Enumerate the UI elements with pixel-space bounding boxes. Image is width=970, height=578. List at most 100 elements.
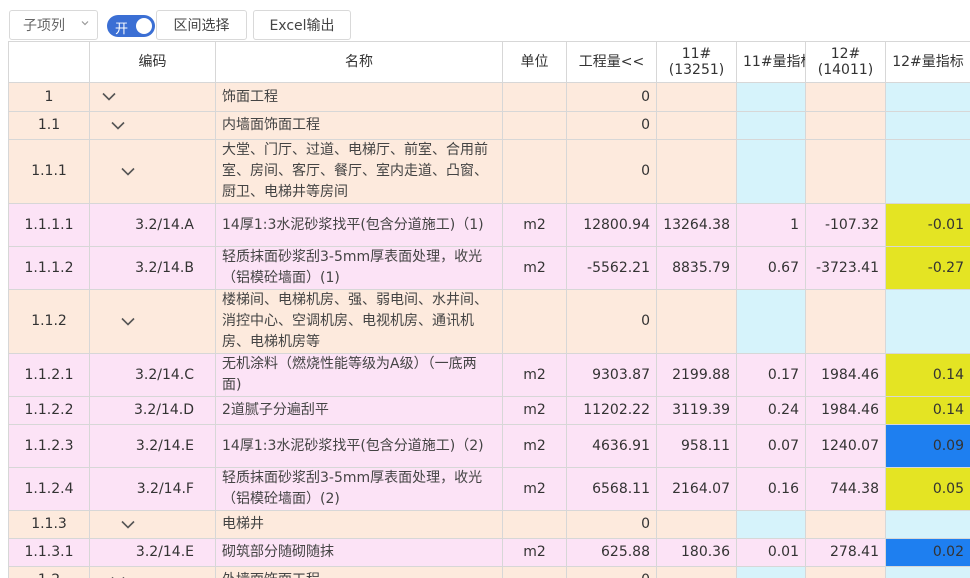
cell-b12 (805, 82, 886, 112)
cell-b11-index: 0.17 (736, 353, 806, 397)
cell-b11 (656, 139, 737, 204)
cell-b11: 2164.07 (656, 467, 737, 511)
cell-unit (502, 510, 567, 539)
cell-no: 1.1.1.2 (8, 246, 90, 290)
cell-unit: m2 (502, 467, 567, 511)
table-row[interactable]: 1.1.3 电梯井 0 (8, 510, 970, 539)
cell-b11-index (736, 111, 806, 140)
expand-chevron-icon[interactable] (121, 520, 135, 529)
cell-b12: -107.32 (805, 203, 886, 247)
cell-b11: 2199.88 (656, 353, 737, 397)
col-header-b11-index[interactable]: 11#量指标 (736, 41, 806, 83)
cell-name: 外墙面饰面工程 (215, 566, 503, 578)
table-row[interactable]: 1.1.2.1 3.2/14.C 无机涂料（燃烧性能等级为A级）（一底两面) m… (8, 353, 970, 397)
subitem-select[interactable]: 子项列 (9, 10, 98, 40)
cell-b12 (805, 566, 886, 578)
cell-qty: 4636.91 (566, 424, 657, 468)
chevron-down-icon (81, 21, 89, 26)
cell-no: 1.2 (8, 566, 90, 578)
cell-unit (502, 139, 567, 204)
cell-code (89, 566, 216, 578)
cell-qty: 0 (566, 566, 657, 578)
excel-export-button[interactable]: Excel输出 (253, 10, 351, 40)
cell-no: 1.1.2 (8, 289, 90, 354)
col-header-b12[interactable]: 12# (14011) (805, 41, 886, 83)
cell-name: 14厚1:3水泥砂浆找平(包含分道施工)（2) (215, 424, 503, 468)
cell-qty: 0 (566, 139, 657, 204)
cell-b12-index (885, 289, 970, 354)
col-header-b12-index[interactable]: 12#量指标 (885, 41, 970, 83)
cell-b11 (656, 510, 737, 539)
cell-qty: 0 (566, 289, 657, 354)
cell-b12 (805, 289, 886, 354)
cell-b12-index (885, 82, 970, 112)
cell-b12-index: 0.05 (885, 467, 970, 511)
cell-b12: 1984.46 (805, 396, 886, 425)
table-row[interactable]: 1.1.2.4 3.2/14.F 轻质抹面砂浆刮3-5mm厚表面处理，收光（铝模… (8, 467, 970, 511)
cell-b11: 180.36 (656, 538, 737, 567)
cell-unit: m2 (502, 203, 567, 247)
expand-chevron-icon[interactable] (121, 317, 135, 326)
col-header-unit[interactable]: 单位 (502, 41, 567, 83)
cell-b12-index (885, 111, 970, 140)
cell-unit: m2 (502, 353, 567, 397)
cell-code: 3.2/14.F (89, 467, 216, 511)
table-row[interactable]: 1.1.1 大堂、门厅、过道、电梯厅、前室、合用前室、房间、客厅、餐厅、室内走道… (8, 139, 970, 204)
table-row[interactable]: 1.1.2 楼梯间、电梯机房、强、弱电间、水井间、消控中心、空调机房、电视机房、… (8, 289, 970, 354)
b11-line1: 11# (681, 46, 712, 62)
cell-b11-index: 1 (736, 203, 806, 247)
expand-chevron-icon[interactable] (102, 92, 116, 101)
data-table: 编码 名称 单位 工程量<< 11#(13251) 11#量指标 12#(140… (8, 41, 970, 578)
table-row[interactable]: 1 饰面工程 0 (8, 82, 970, 112)
range-select-button[interactable]: 区间选择 (156, 10, 247, 40)
b12-line1: 12# (830, 46, 861, 62)
col-header-name[interactable]: 名称 (215, 41, 503, 83)
cell-b12: 1984.46 (805, 353, 886, 397)
cell-qty: 0 (566, 111, 657, 140)
cell-qty: 11202.22 (566, 396, 657, 425)
cell-b12 (805, 139, 886, 204)
cell-name: 内墙面饰面工程 (215, 111, 503, 140)
col-header-code[interactable]: 编码 (89, 41, 216, 83)
cell-name: 电梯井 (215, 510, 503, 539)
cell-no: 1.1.3.1 (8, 538, 90, 567)
expand-chevron-icon[interactable] (111, 121, 125, 130)
expand-chevron-icon[interactable] (121, 167, 135, 176)
cell-b12: -3723.41 (805, 246, 886, 290)
toggle-label: 开 (115, 22, 129, 37)
table-row[interactable]: 1.1 内墙面饰面工程 0 (8, 111, 970, 140)
table-row[interactable]: 1.1.3.1 3.2/14.E 砌筑部分随砌随抹 m2 625.88 180.… (8, 538, 970, 567)
cell-name: 砌筑部分随砌随抹 (215, 538, 503, 567)
cell-no: 1.1.1.1 (8, 203, 90, 247)
table-row[interactable]: 1.1.2.3 3.2/14.E 14厚1:3水泥砂浆找平(包含分道施工)（2)… (8, 424, 970, 468)
table-row[interactable]: 1.2 外墙面饰面工程 0 (8, 566, 970, 578)
cell-b11 (656, 289, 737, 354)
cell-b11-index: 0.07 (736, 424, 806, 468)
cell-name: 楼梯间、电梯机房、强、弱电间、水井间、消控中心、空调机房、电视机房、通讯机房、电… (215, 289, 503, 354)
cell-code (89, 82, 216, 112)
cell-qty: 0 (566, 510, 657, 539)
cell-b12: 744.38 (805, 467, 886, 511)
cell-no: 1.1.2.2 (8, 396, 90, 425)
col-header-b11[interactable]: 11# (13251) (656, 41, 737, 83)
cell-no: 1.1.2.1 (8, 353, 90, 397)
cell-b12-index: -0.27 (885, 246, 970, 290)
col-header-qty[interactable]: 工程量<< (566, 41, 657, 83)
col-header-no (8, 41, 90, 83)
cell-b12 (805, 510, 886, 539)
table-row[interactable]: 1.1.1.1 3.2/14.A 14厚1:3水泥砂浆找平(包含分道施工)（1)… (8, 203, 970, 247)
table-row[interactable]: 1.1.1.2 3.2/14.B 轻质抹面砂浆刮3-5mm厚表面处理，收光（铝模… (8, 246, 970, 290)
cell-no: 1 (8, 82, 90, 112)
cell-name: 轻质抹面砂浆刮3-5mm厚表面处理，收光（铝模砼墙面）(2) (215, 467, 503, 511)
cell-unit (502, 566, 567, 578)
cell-code: 3.2/14.C (89, 353, 216, 397)
cell-b12-index: -0.01 (885, 203, 970, 247)
cell-no: 1.1.1 (8, 139, 90, 204)
table-row[interactable]: 1.1.2.2 3.2/14.D 2道腻子分遍刮平 m2 11202.22 31… (8, 396, 970, 425)
cell-name: 轻质抹面砂浆刮3-5mm厚表面处理，收光（铝模砼墙面）(1) (215, 246, 503, 290)
toggle-switch[interactable]: 开 (107, 15, 155, 37)
cell-no: 1.1 (8, 111, 90, 140)
cell-b11-index (736, 139, 806, 204)
cell-b12-index (885, 510, 970, 539)
cell-b11: 3119.39 (656, 396, 737, 425)
